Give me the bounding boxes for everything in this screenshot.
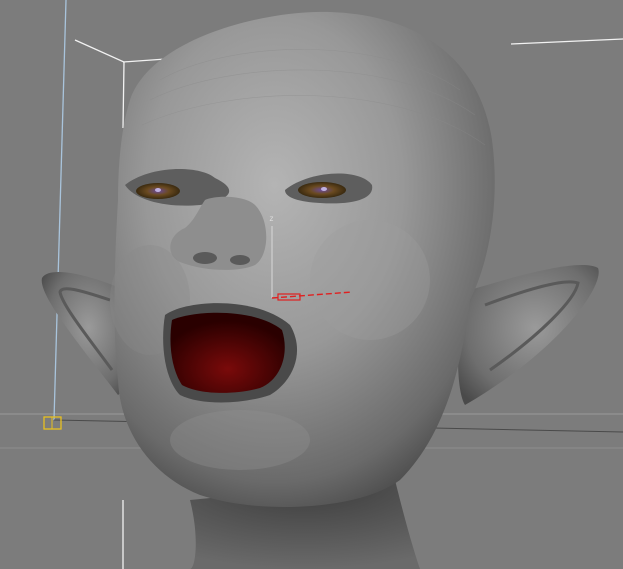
viewport-canvas[interactable]: z [0, 0, 623, 569]
right-eye-highlight [321, 187, 327, 191]
3d-viewport[interactable]: z [0, 0, 623, 569]
mouth-interior[interactable] [170, 312, 285, 393]
chin [170, 410, 310, 470]
right-cheek [310, 220, 430, 340]
nostril-left [193, 252, 217, 264]
left-eye-highlight [155, 188, 161, 192]
nostril-right [230, 255, 250, 265]
gizmo-z-label: z [269, 214, 274, 223]
